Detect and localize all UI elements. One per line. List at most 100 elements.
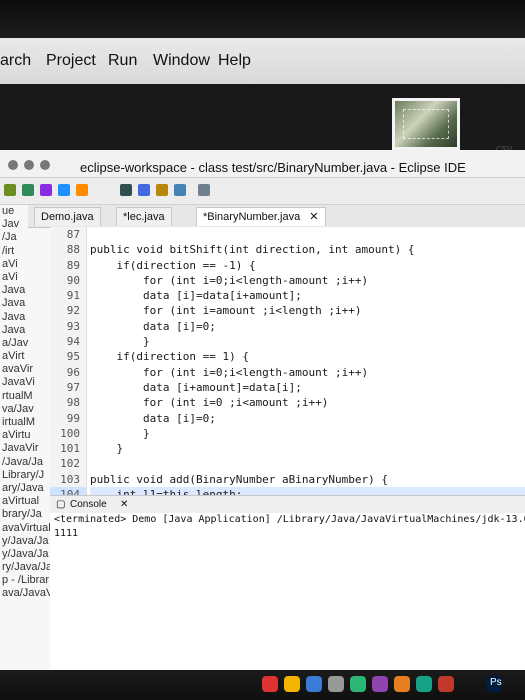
tab-lec-java[interactable]: *lec.java <box>116 207 172 226</box>
package-explorer-item[interactable]: p - /Librar <box>0 574 50 587</box>
line-number: 103 <box>60 472 80 486</box>
line-number: 90 <box>66 273 80 287</box>
code-line[interactable]: if(direction == 1) { <box>90 349 525 364</box>
code-line[interactable]: public void add(BinaryNumber aBinaryNumb… <box>90 472 525 487</box>
console-output: <terminated> Demo [Java Application] /Li… <box>50 513 525 670</box>
console-tab-bar: ▢ Console ✕ <box>50 495 525 515</box>
code-line[interactable]: data [i]=data[i+amount]; <box>90 288 525 303</box>
code-line[interactable]: for (int i=0;i<length-amount ;i++) <box>90 273 525 288</box>
package-explorer-item[interactable]: Java <box>0 284 50 297</box>
code-line[interactable] <box>90 227 525 242</box>
code-line[interactable]: data [i]=0; <box>90 319 525 334</box>
close-icon[interactable]: ✕ <box>309 211 318 223</box>
console-tab-label[interactable]: Console <box>70 499 107 510</box>
package-explorer-item[interactable]: y/Java/Ja <box>0 548 50 561</box>
package-explorer-item[interactable]: aVi <box>0 271 50 284</box>
tab-label: *lec.java <box>123 211 165 223</box>
app-icon[interactable] <box>438 676 454 692</box>
line-number: 94 <box>66 335 80 349</box>
app-icon[interactable] <box>262 676 278 692</box>
package-explorer-item[interactable]: aVi <box>0 258 50 271</box>
package-explorer-item[interactable]: Java <box>0 324 50 337</box>
package-explorer-item[interactable]: /irt <box>0 245 50 258</box>
menu-item-search[interactable]: arch <box>0 52 31 70</box>
tab-label: *BinaryNumber.java <box>203 211 301 223</box>
package-explorer-item[interactable]: aVirtu <box>0 429 50 442</box>
line-number: 101 <box>60 442 80 456</box>
window-title: eclipse-workspace - class test/src/Binar… <box>80 160 466 175</box>
zoom-window-button[interactable] <box>40 160 50 170</box>
package-explorer-item[interactable]: ava/JavaVi <box>0 587 50 600</box>
perspective-icon[interactable] <box>156 184 168 196</box>
app-icon[interactable] <box>328 676 344 692</box>
app-icon[interactable] <box>416 676 432 692</box>
package-explorer-item[interactable]: aVirtual <box>0 495 50 508</box>
line-number: 92 <box>66 304 80 318</box>
package-explorer-item[interactable]: avaVirtual <box>0 522 50 535</box>
package-explorer-item[interactable]: Java <box>0 297 50 310</box>
code-area[interactable]: public void bitShift(int direction, int … <box>90 227 525 518</box>
toggle-icon[interactable] <box>174 184 186 196</box>
console-terminated-line: <terminated> Demo [Java Application] /Li… <box>54 514 525 525</box>
navigate-icon[interactable] <box>138 184 150 196</box>
code-line[interactable]: for (int i=0 ;i<amount ;i++) <box>90 395 525 410</box>
tab-binarynumber-java[interactable]: *BinaryNumber.java ✕ <box>196 207 326 226</box>
code-line[interactable]: if(direction == -1) { <box>90 258 525 273</box>
package-explorer-item[interactable]: Library/J <box>0 469 50 482</box>
eclipse-toolbar <box>0 177 525 205</box>
run-icon[interactable] <box>22 184 34 196</box>
search-icon[interactable] <box>120 184 132 196</box>
line-number: 102 <box>60 457 80 471</box>
code-line[interactable]: } <box>90 334 525 349</box>
line-number: 93 <box>66 319 80 333</box>
package-explorer-item[interactable]: ary/Java <box>0 482 50 495</box>
package-explorer-item[interactable]: brary/Ja <box>0 508 50 521</box>
menu-item-window[interactable]: Window <box>153 52 210 70</box>
package-explorer-item[interactable]: aVirt <box>0 350 50 363</box>
debug-icon[interactable] <box>4 184 16 196</box>
app-icon[interactable] <box>284 676 300 692</box>
code-line[interactable]: for (int i=amount ;i<length ;i++) <box>90 303 525 318</box>
build-icon[interactable] <box>76 184 88 196</box>
package-explorer-item[interactable]: rtualM <box>0 390 50 403</box>
package-explorer-item[interactable]: JavaVir <box>0 442 50 455</box>
package-explorer-item[interactable]: /Ja <box>0 231 50 244</box>
console-icon: ▢ <box>56 499 66 510</box>
menu-item-project[interactable]: Project <box>46 52 96 70</box>
more-icon[interactable] <box>198 184 210 196</box>
menu-item-help[interactable]: Help <box>218 52 251 70</box>
package-explorer-item[interactable]: a/Jav <box>0 337 50 350</box>
app-icon[interactable] <box>306 676 322 692</box>
new-icon[interactable] <box>40 184 52 196</box>
package-explorer-item[interactable]: irtualM <box>0 416 50 429</box>
photoshop-label: Ps <box>490 677 502 688</box>
line-number: 96 <box>66 365 80 379</box>
app-icon[interactable] <box>350 676 366 692</box>
app-icon[interactable] <box>372 676 388 692</box>
code-line[interactable]: for (int i=0;i<length-amount ;i++) <box>90 365 525 380</box>
dock: Ps <box>0 670 525 700</box>
minimize-window-button[interactable] <box>24 160 34 170</box>
code-line[interactable]: } <box>90 441 525 456</box>
code-editor[interactable]: 8788899091929394959697989910010110210310… <box>50 227 525 547</box>
tab-demo-java[interactable]: Demo.java <box>34 207 101 226</box>
package-explorer-item[interactable]: /Java/Ja <box>0 456 50 469</box>
close-icon[interactable]: ✕ <box>120 499 128 510</box>
code-line[interactable]: } <box>90 426 525 441</box>
app-icon[interactable] <box>394 676 410 692</box>
close-window-button[interactable] <box>8 160 18 170</box>
desktop-thumbnail-image[interactable] <box>392 98 460 150</box>
package-explorer-item[interactable]: va/Jav <box>0 403 50 416</box>
code-line[interactable] <box>90 456 525 471</box>
package-explorer-item[interactable]: ry/Java/Ja <box>0 561 50 574</box>
menu-item-run[interactable]: Run <box>108 52 137 70</box>
code-line[interactable]: data [i+amount]=data[i]; <box>90 380 525 395</box>
code-line[interactable]: data [i]=0; <box>90 411 525 426</box>
code-line[interactable]: public void bitShift(int direction, int … <box>90 242 525 257</box>
package-explorer-item[interactable]: y/Java/Ja <box>0 535 50 548</box>
package-explorer-item[interactable]: Java <box>0 311 50 324</box>
package-explorer-item[interactable]: JavaVi <box>0 376 50 389</box>
open-icon[interactable] <box>58 184 70 196</box>
package-explorer-item[interactable]: avaVir <box>0 363 50 376</box>
line-number: 87 <box>66 228 80 241</box>
